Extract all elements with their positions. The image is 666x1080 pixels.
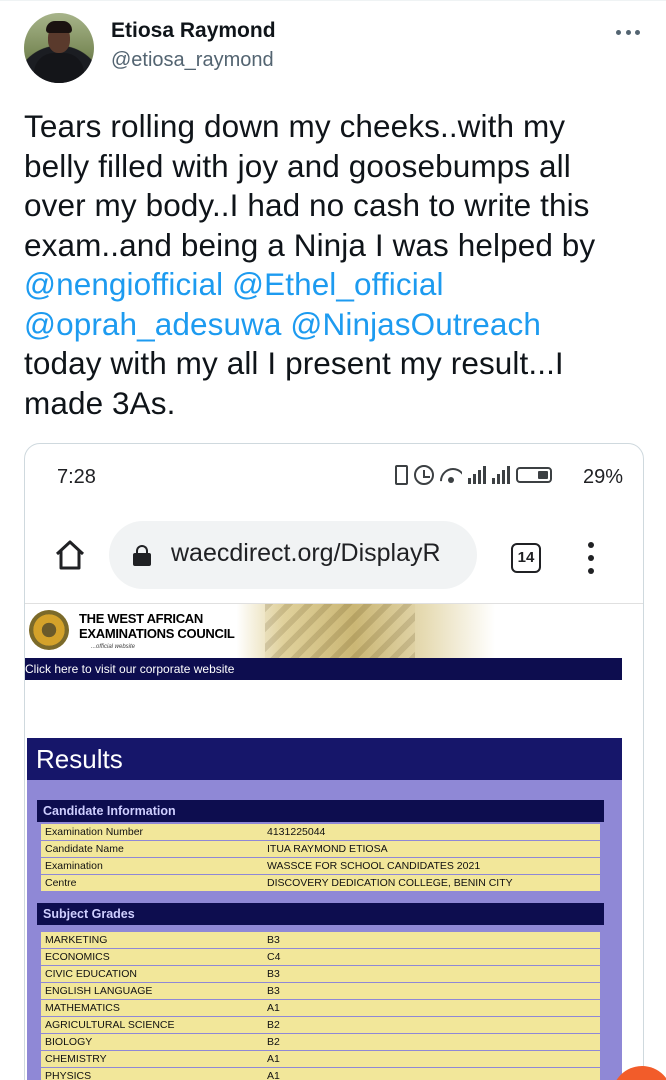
row-label: Centre <box>45 877 77 889</box>
tweet-text-line: Tears rolling down my cheeks..with my <box>24 107 649 147</box>
row-label: Examination <box>45 860 103 872</box>
results-heading: Results <box>27 738 622 780</box>
browser-menu-icon[interactable] <box>585 542 597 574</box>
row-label: ENGLISH LANGUAGE <box>45 985 153 997</box>
avatar[interactable] <box>24 13 94 83</box>
row-label: CIVIC EDUCATION <box>45 968 137 980</box>
row-value: C4 <box>267 951 281 963</box>
tweet-text-line: @oprah_adesuwa @NinjasOutreach <box>24 305 649 345</box>
row-value: B2 <box>267 1019 280 1031</box>
tweet-text-segment: Tears rolling down my cheeks..with my <box>24 108 566 144</box>
row-value: B3 <box>267 985 280 997</box>
tweet-text-segment: exam..and being a Ninja I was helped by <box>24 226 596 263</box>
mention-link[interactable]: @oprah_adesuwa <box>24 306 282 342</box>
row-value: WASSCE FOR SCHOOL CANDIDATES 2021 <box>267 860 481 872</box>
mention-link[interactable]: @NinjasOutreach <box>290 306 541 342</box>
candidate-info-table: Examination Number 4131225044 Candidate Na… <box>41 824 600 892</box>
table-row: Examination Number 4131225044 <box>41 824 600 841</box>
phone-status-bar: 7:28 29% <box>25 444 643 508</box>
results-panel: Candidate Information Examination Number… <box>27 780 622 1080</box>
mention-link[interactable]: @nengiofficial <box>24 266 223 302</box>
waec-title-line1: THE WEST AFRICAN <box>79 611 203 626</box>
more-options-icon[interactable] <box>612 20 644 44</box>
row-label: MARKETING <box>45 934 108 946</box>
row-value: 4131225044 <box>267 826 326 838</box>
status-icons <box>395 465 552 485</box>
candidate-info-heading: Candidate Information <box>37 800 604 822</box>
tweet-text-segment <box>223 266 232 302</box>
row-value: ITUA RAYMOND ETIOSA <box>267 843 388 855</box>
browser-toolbar: waecdirect.org/DisplayR 14 <box>25 508 643 604</box>
address-bar[interactable]: waecdirect.org/DisplayR <box>109 521 477 589</box>
row-value: DISCOVERY DEDICATION COLLEGE, BENIN CITY <box>267 877 513 889</box>
waec-tagline: ...official website <box>91 644 136 650</box>
user-handle[interactable]: @etiosa_raymond <box>111 49 274 72</box>
battery-icon <box>516 467 552 483</box>
tweet-text-segment: today with my all I present my result...… <box>24 345 564 381</box>
banner-photo <box>265 604 415 659</box>
row-value: A1 <box>267 1070 280 1080</box>
row-label: PHYSICS <box>45 1070 92 1080</box>
row-label: Candidate Name <box>45 843 124 855</box>
tweet-text-segment: belly filled with joy and goosebumps all <box>24 147 571 184</box>
table-row: Examination WASSCE FOR SCHOOL CANDIDATES … <box>41 858 600 875</box>
table-row: MARKETING B3 <box>41 932 600 949</box>
display-name[interactable]: Etiosa Raymond <box>111 19 276 43</box>
table-row: Candidate Name ITUA RAYMOND ETIOSA <box>41 841 600 858</box>
table-row: ENGLISH LANGUAGE B3 <box>41 983 600 1000</box>
row-label: BIOLOGY <box>45 1036 93 1048</box>
alarm-icon <box>414 465 434 485</box>
waec-banner: THE WEST AFRICAN EXAMINATIONS COUNCIL ..… <box>25 604 495 659</box>
waec-title: THE WEST AFRICAN EXAMINATIONS COUNCIL <box>79 611 235 641</box>
tab-switcher-button[interactable]: 14 <box>511 543 541 573</box>
tweet-text-segment: made 3As. <box>24 384 176 421</box>
tweet-media-screenshot[interactable]: 7:28 29% waecdirect.org/DisplayR 14 THE … <box>24 443 644 1080</box>
lock-icon <box>133 545 151 566</box>
table-row: CHEMISTRY A1 <box>41 1051 600 1068</box>
table-row: Centre DISCOVERY DEDICATION COLLEGE, BENI… <box>41 875 600 892</box>
table-row: CIVIC EDUCATION B3 <box>41 966 600 983</box>
tweet-text-line: today with my all I present my result...… <box>24 344 649 384</box>
signal-icon-2 <box>492 466 510 484</box>
battery-level: 29% <box>583 466 624 488</box>
table-row: PHYSICS A1 <box>41 1068 600 1080</box>
row-value: B3 <box>267 934 280 946</box>
signal-icon <box>468 466 486 484</box>
row-label: MATHEMATICS <box>45 1002 120 1014</box>
mention-link[interactable]: @Ethel_official <box>232 266 444 302</box>
avatar-hair-shape <box>46 21 72 33</box>
wifi-icon <box>440 466 462 484</box>
avatar-body-shape <box>34 53 84 83</box>
tweet-text-line: exam..and being a Ninja I was helped by <box>24 226 649 266</box>
table-row: BIOLOGY B2 <box>41 1034 600 1051</box>
top-divider <box>0 0 666 8</box>
subject-grades-heading: Subject Grades <box>37 903 604 925</box>
row-label: Examination Number <box>45 826 144 838</box>
tweet-text: Tears rolling down my cheeks..with my bel… <box>24 107 649 423</box>
table-row: MATHEMATICS A1 <box>41 1000 600 1017</box>
tweet-text-line: over my body..I had no cash to write thi… <box>24 186 649 226</box>
phone-icon <box>395 465 408 485</box>
waec-title-line2: EXAMINATIONS COUNCIL <box>79 626 235 641</box>
table-row: AGRICULTURAL SCIENCE B2 <box>41 1017 600 1034</box>
url-text[interactable]: waecdirect.org/DisplayR <box>171 539 471 568</box>
row-label: CHEMISTRY <box>45 1053 107 1065</box>
tweet-text-line: @nengiofficial @Ethel_official <box>24 265 649 305</box>
tweet-text-segment: over my body..I had no cash to write thi… <box>24 187 590 223</box>
row-value: A1 <box>267 1053 280 1065</box>
row-value: B2 <box>267 1036 280 1048</box>
table-row: ECONOMICS C4 <box>41 949 600 966</box>
row-value: A1 <box>267 1002 280 1014</box>
status-time: 7:28 <box>57 466 96 488</box>
row-label: ECONOMICS <box>45 951 110 963</box>
tweet-text-line: made 3As. <box>24 384 649 424</box>
tweet-text-line: belly filled with joy and goosebumps all <box>24 147 649 187</box>
home-icon[interactable] <box>53 538 87 572</box>
row-label: AGRICULTURAL SCIENCE <box>45 1019 175 1031</box>
subject-grades-table: MARKETING B3 ECONOMICS C4 CIVIC EDUCATION B3 E… <box>41 932 600 1080</box>
row-value: B3 <box>267 968 280 980</box>
waec-logo-icon <box>29 610 69 650</box>
corporate-website-link[interactable]: Click here to visit our corporate websit… <box>25 658 622 680</box>
